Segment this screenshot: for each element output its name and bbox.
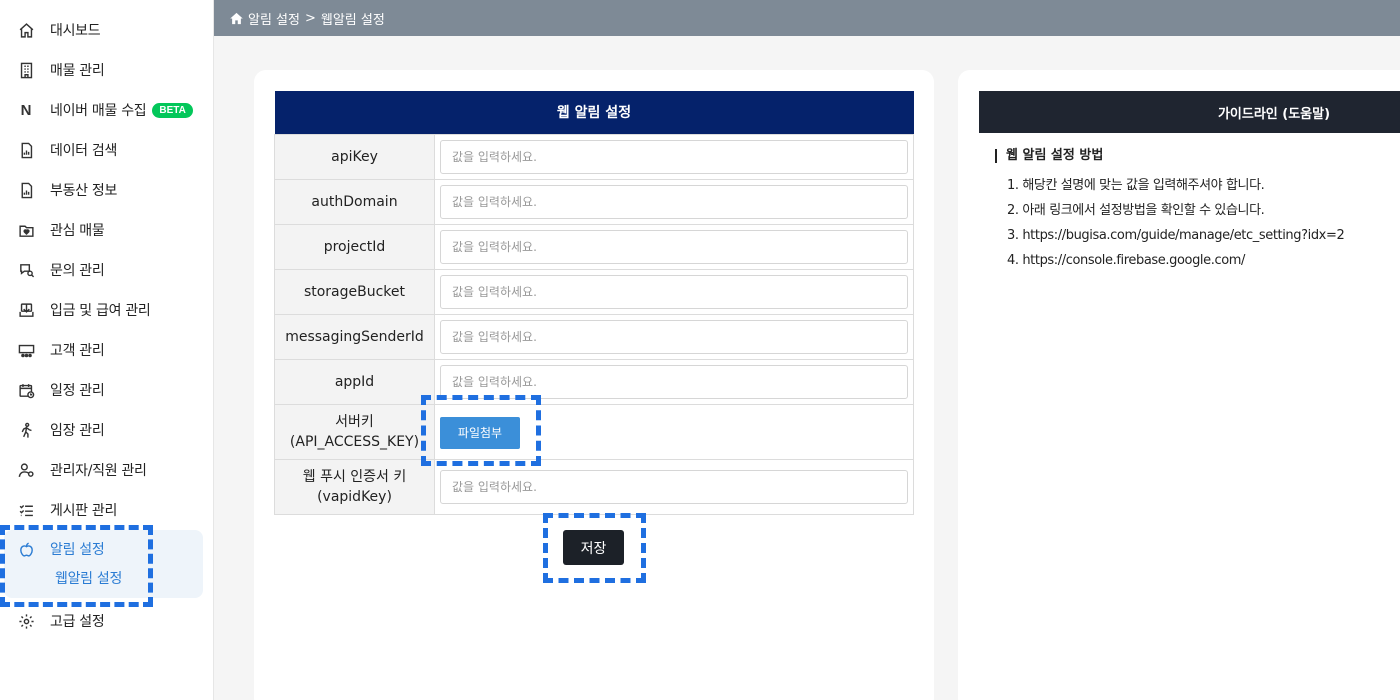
checklist-icon <box>17 501 35 519</box>
field-label: storageBucket <box>274 268 435 315</box>
sidebar-item-site-visits[interactable]: 임장 관리 <box>0 410 213 450</box>
sidebar-item-label: 고객 관리 <box>50 343 105 359</box>
guide-title: 웹 알림 설정 방법 <box>995 149 1103 163</box>
field-label: projectId <box>274 223 435 270</box>
messaging-sender-id-input[interactable] <box>440 319 908 354</box>
storage-bucket-input[interactable] <box>440 274 908 309</box>
sidebar-item-staff[interactable]: 관리자/직원 관리 <box>0 450 213 490</box>
auth-domain-input[interactable] <box>440 184 908 219</box>
sidebar-item-label: 대시보드 <box>50 23 101 39</box>
sidebar-menu: 대시보드 매물 관리 N 네이버 매물 수집 BETA 데이터 검색 부동산 정… <box>0 0 213 530</box>
api-key-input[interactable] <box>440 139 908 174</box>
server-key-sublabel: (API_ACCESS_KEY) <box>289 433 420 450</box>
guide-panel: 가이드라인 (도움말) 웹 알림 설정 방법 1. 해당칸 설명에 맞는 값을 … <box>958 70 1400 700</box>
sidebar-item-label: 관심 매물 <box>50 223 105 239</box>
sidebar-active-group: 알림 설정 웹알림 설정 <box>4 530 203 598</box>
chat-search-icon <box>17 261 35 279</box>
heart-folder-icon <box>17 221 35 239</box>
settings-panel: 웹 알림 설정 apiKey authDomain projectId stor… <box>254 70 934 700</box>
home-icon <box>17 21 35 39</box>
breadcrumb-separator: > <box>304 10 316 26</box>
vapid-key-input[interactable] <box>440 469 908 504</box>
sidebar-item-listings[interactable]: 매물 관리 <box>0 50 213 90</box>
sidebar-item-customers[interactable]: 고객 관리 <box>0 330 213 370</box>
naver-n-icon: N <box>20 101 32 119</box>
app-id-input[interactable] <box>440 364 908 399</box>
sidebar-item-label: 게시판 관리 <box>50 503 118 519</box>
sidebar-item-data-search[interactable]: 데이터 검색 <box>0 130 213 170</box>
sidebar-item-schedule[interactable]: 일정 관리 <box>0 370 213 410</box>
sidebar-item-label: 고급 설정 <box>50 614 105 630</box>
form-row: storageBucket <box>274 268 914 315</box>
download-tray-icon <box>17 301 35 319</box>
form-row: appId <box>274 358 914 405</box>
guide-item: 1. 해당칸 설명에 맞는 값을 입력해주셔야 합니다. <box>1007 178 1265 193</box>
form-row: 웹 푸시 인증서 키 (vapidKey) <box>274 458 914 515</box>
field-label: apiKey <box>274 133 435 180</box>
sidebar-item-board[interactable]: 게시판 관리 <box>0 490 213 530</box>
sidebar-item-label: 부동산 정보 <box>50 183 118 199</box>
guide-item[interactable]: 4. https://console.firebase.google.com/ <box>1007 252 1344 277</box>
vapid-label: 웹 푸시 인증서 키 <box>302 468 407 485</box>
sidebar-item-notifications[interactable]: 알림 설정 <box>4 530 203 568</box>
vapid-sublabel: (vapidKey) <box>317 488 392 505</box>
form-title: 웹 알림 설정 <box>274 91 914 134</box>
sidebar-item-dashboard[interactable]: 대시보드 <box>0 10 213 50</box>
sidebar-item-label: 네이버 매물 수집 <box>50 103 147 119</box>
sidebar: 대시보드 매물 관리 N 네이버 매물 수집 BETA 데이터 검색 부동산 정… <box>0 0 214 700</box>
document-chart-icon <box>17 141 35 159</box>
sidebar-item-label: 알림 설정 <box>50 542 105 558</box>
form-row: apiKey <box>274 133 914 180</box>
building-icon <box>17 61 35 79</box>
form-row: authDomain <box>274 178 914 225</box>
document-chart-icon <box>17 181 35 199</box>
sidebar-item-payments[interactable]: 입금 및 급여 관리 <box>0 290 213 330</box>
field-label: appId <box>274 358 435 405</box>
beta-badge: BETA <box>152 102 193 118</box>
field-label: 서버키 (API_ACCESS_KEY) <box>274 403 435 460</box>
gear-icon <box>17 612 35 630</box>
form-row: projectId <box>274 223 914 270</box>
walking-person-icon <box>17 421 35 439</box>
guide-item: 2. 아래 링크에서 설정방법을 확인할 수 있습니다. <box>1007 203 1265 218</box>
breadcrumb: 알림 설정 > 웹알림 설정 <box>214 0 1400 36</box>
calendar-clock-icon <box>17 381 35 399</box>
sidebar-item-inquiries[interactable]: 문의 관리 <box>0 250 213 290</box>
attach-file-button[interactable]: 파일첨부 <box>440 416 520 449</box>
breadcrumb-current: 웹알림 설정 <box>320 12 385 28</box>
sidebar-item-favorites[interactable]: 관심 매물 <box>0 210 213 250</box>
sidebar-item-label: 관리자/직원 관리 <box>50 463 147 479</box>
save-button[interactable]: 저장 <box>563 530 624 565</box>
sidebar-item-label: 문의 관리 <box>50 263 105 279</box>
home-icon[interactable] <box>229 11 248 26</box>
people-group-icon <box>17 341 35 359</box>
field-label: 웹 푸시 인증서 키 (vapidKey) <box>274 458 435 515</box>
server-key-label: 서버키 <box>335 413 374 430</box>
sidebar-item-real-estate-info[interactable]: 부동산 정보 <box>0 170 213 210</box>
guide-header: 가이드라인 (도움말) <box>979 91 1400 133</box>
user-gear-icon <box>17 461 35 479</box>
apple-icon <box>17 540 35 558</box>
sidebar-item-naver-collect[interactable]: N 네이버 매물 수집 BETA <box>0 90 213 130</box>
form-row: messagingSenderId <box>274 313 914 360</box>
web-notification-form: 웹 알림 설정 apiKey authDomain projectId stor… <box>274 91 914 515</box>
guide-list: 1. 해당칸 설명에 맞는 값을 입력해주셔야 합니다. 2. 아래 링크에서 … <box>1007 177 1345 277</box>
sidebar-item-label: 데이터 검색 <box>50 143 118 159</box>
project-id-input[interactable] <box>440 229 908 264</box>
sidebar-item-label: 입금 및 급여 관리 <box>50 303 151 319</box>
sidebar-item-advanced-settings[interactable]: 고급 설정 <box>0 601 213 641</box>
field-label: messagingSenderId <box>274 313 435 360</box>
sidebar-subitem-web-notifications[interactable]: 웹알림 설정 <box>4 568 203 596</box>
sidebar-item-label: 임장 관리 <box>50 423 105 439</box>
form-row: 서버키 (API_ACCESS_KEY) 파일첨부 <box>274 403 914 460</box>
sidebar-item-label: 매물 관리 <box>50 63 105 79</box>
field-label: authDomain <box>274 178 435 225</box>
breadcrumb-section[interactable]: 알림 설정 <box>248 9 300 28</box>
sidebar-item-label: 일정 관리 <box>50 383 105 399</box>
guide-item[interactable]: 3. https://bugisa.com/guide/manage/etc_s… <box>1007 227 1345 252</box>
